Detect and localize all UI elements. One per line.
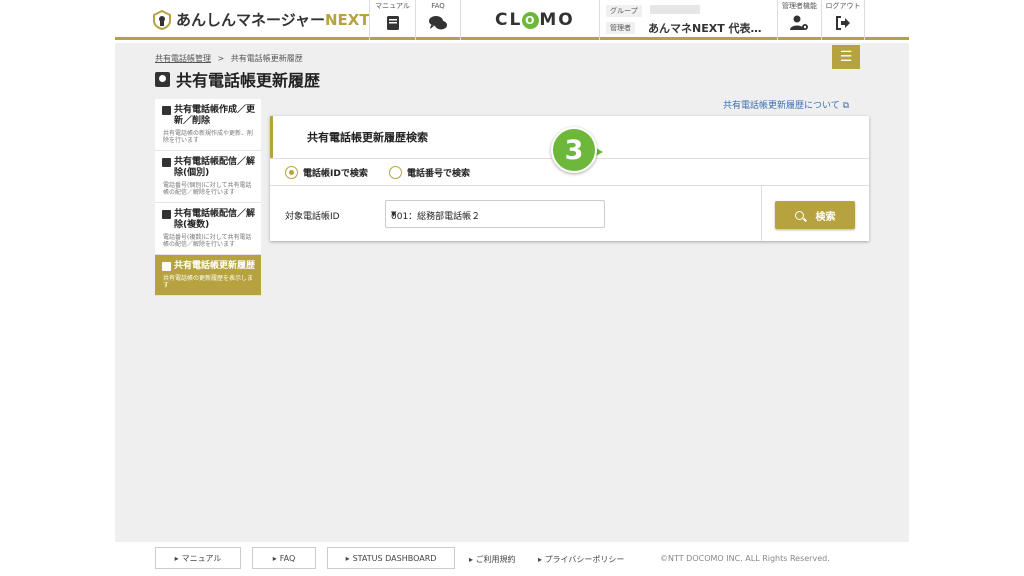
manual-caption: マニュアル bbox=[375, 2, 410, 10]
hamburger-menu-button[interactable]: ☰ bbox=[832, 45, 860, 69]
hamburger-icon: ☰ bbox=[839, 49, 853, 65]
chat-bubbles-icon bbox=[429, 16, 447, 30]
sidebar-item-desc: 電話番号(複数)に対して共有電話帳の配信／解除を行います bbox=[163, 234, 252, 248]
radio-checked-icon bbox=[285, 166, 298, 179]
group-admin-info: グループ 管理者 あんマネNEXT 代表… bbox=[599, 0, 769, 40]
shield-logo-icon bbox=[153, 9, 171, 30]
step-number-badge: 3 bbox=[551, 127, 597, 173]
footer-terms-link[interactable]: ▸ ご利用規約 bbox=[469, 554, 516, 565]
page-title: 共有電話帳更新履歴 bbox=[155, 67, 320, 91]
radio-label: 電話番号で検索 bbox=[407, 169, 471, 179]
sidebar-item-update-history[interactable]: 共有電話帳更新履歴 共有電話帳の更新履歴を表示します bbox=[155, 255, 261, 296]
contact-card-icon bbox=[162, 158, 171, 167]
footer-faq-button[interactable]: ▸ FAQ bbox=[252, 547, 316, 569]
contact-card-icon bbox=[162, 262, 171, 271]
sidebar-item-title: 共有電話帳更新履歴 bbox=[174, 261, 256, 271]
sidebar-item-desc: 電話番号(個別)に対して共有電話帳の配信／解除を行います bbox=[163, 182, 252, 196]
admin-label: 管理者 bbox=[606, 22, 635, 34]
copyright-text: ©NTT DOCOMO INC. ALL Rights Reserved. bbox=[660, 554, 830, 563]
phonebook-id-label: 対象電話帳ID bbox=[285, 212, 340, 222]
clomo-logo: CL O MO bbox=[495, 10, 575, 30]
admin-name: あんマネNEXT 代表… bbox=[648, 22, 762, 35]
page-title-text: 共有電話帳更新履歴 bbox=[176, 71, 321, 90]
faq-caption: FAQ bbox=[431, 2, 445, 10]
group-name-blurred bbox=[650, 5, 700, 14]
sidebar: 共有電話帳作成／更新／削除 共有電話帳の新規作成や更新、削除を行います 共有電話… bbox=[155, 99, 261, 296]
sidebar-item-title: 共有電話帳配信／解除(個別) bbox=[174, 157, 256, 178]
sidebar-item-desc: 共有電話帳の新規作成や更新、削除を行います bbox=[163, 130, 254, 144]
footer-privacy-link[interactable]: ▸ プライバシーポリシー bbox=[538, 554, 624, 565]
search-button[interactable]: 検索 bbox=[775, 201, 855, 229]
app-frame: あんしんマネージャーNEXT マニュアル FAQ CL O MO グループ 管理者 … bbox=[115, 0, 909, 576]
phonebook-id-select[interactable]: 001：総務部電話帳２ ▼ bbox=[385, 200, 605, 228]
contact-card-icon bbox=[155, 71, 170, 87]
dropdown-arrow-icon: ▼ bbox=[391, 210, 397, 218]
radio-unchecked-icon bbox=[389, 166, 402, 179]
manual-button[interactable]: マニュアル bbox=[369, 0, 415, 40]
search-button-label: 検索 bbox=[815, 211, 836, 223]
footer-status-button[interactable]: ▸ STATUS DASHBOARD bbox=[327, 547, 455, 569]
logo-text: あんしんマネージャーNEXT bbox=[176, 11, 370, 29]
help-link[interactable]: 共有電話帳更新履歴について ⧉ bbox=[723, 98, 849, 111]
header: あんしんマネージャーNEXT マニュアル FAQ CL O MO グループ 管理者 … bbox=[115, 0, 909, 40]
admin-function-button[interactable]: 管理者機能 bbox=[777, 0, 821, 40]
search-panel-title: 共有電話帳更新履歴検索 bbox=[307, 131, 428, 144]
main-content: 共有電話帳管理 > 共有電話帳更新履歴 共有電話帳更新履歴 ☰ 共有電話帳作成／… bbox=[115, 43, 909, 542]
search-button-area: 検索 bbox=[761, 186, 869, 241]
contact-card-icon bbox=[162, 106, 171, 115]
sidebar-item-title: 共有電話帳配信／解除(複数) bbox=[174, 209, 256, 230]
breadcrumb-separator: > bbox=[217, 54, 225, 63]
sidebar-item-distribute-multiple[interactable]: 共有電話帳配信／解除(複数) 電話番号(複数)に対して共有電話帳の配信／解除を行… bbox=[155, 203, 261, 255]
footer: ▸ マニュアル ▸ FAQ ▸ STATUS DASHBOARD ▸ ご利用規約… bbox=[115, 542, 909, 576]
radio-search-by-number[interactable]: 電話番号で検索 bbox=[389, 166, 470, 179]
breadcrumb: 共有電話帳管理 > 共有電話帳更新履歴 bbox=[155, 53, 303, 64]
sidebar-item-title: 共有電話帳作成／更新／削除 bbox=[174, 105, 256, 126]
group-label: グループ bbox=[606, 5, 642, 17]
sidebar-item-desc: 共有電話帳の更新履歴を表示します bbox=[163, 275, 254, 289]
book-icon bbox=[386, 16, 399, 30]
logout-caption: ログアウト bbox=[825, 2, 861, 10]
breadcrumb-parent-link[interactable]: 共有電話帳管理 bbox=[155, 54, 211, 63]
faq-button[interactable]: FAQ bbox=[415, 0, 461, 40]
sidebar-item-create-update-delete[interactable]: 共有電話帳作成／更新／削除 共有電話帳の新規作成や更新、削除を行います bbox=[155, 99, 261, 151]
external-link-icon: ⧉ bbox=[842, 101, 850, 111]
admin-function-caption: 管理者機能 bbox=[782, 2, 817, 10]
logo[interactable]: あんしんマネージャーNEXT bbox=[153, 9, 370, 30]
contact-card-icon bbox=[162, 210, 171, 219]
search-icon bbox=[794, 210, 804, 220]
breadcrumb-current: 共有電話帳更新履歴 bbox=[230, 54, 303, 63]
sidebar-item-distribute-individual[interactable]: 共有電話帳配信／解除(個別) 電話番号(個別)に対して共有電話帳の配信／解除を行… bbox=[155, 151, 261, 203]
radio-search-by-id[interactable]: 電話帳IDで検索 bbox=[285, 166, 368, 179]
radio-label: 電話帳IDで検索 bbox=[303, 169, 368, 179]
logout-button[interactable]: ログアウト bbox=[821, 0, 865, 40]
logout-icon bbox=[836, 16, 850, 30]
user-gear-icon bbox=[789, 15, 808, 30]
footer-manual-button[interactable]: ▸ マニュアル bbox=[155, 547, 241, 569]
